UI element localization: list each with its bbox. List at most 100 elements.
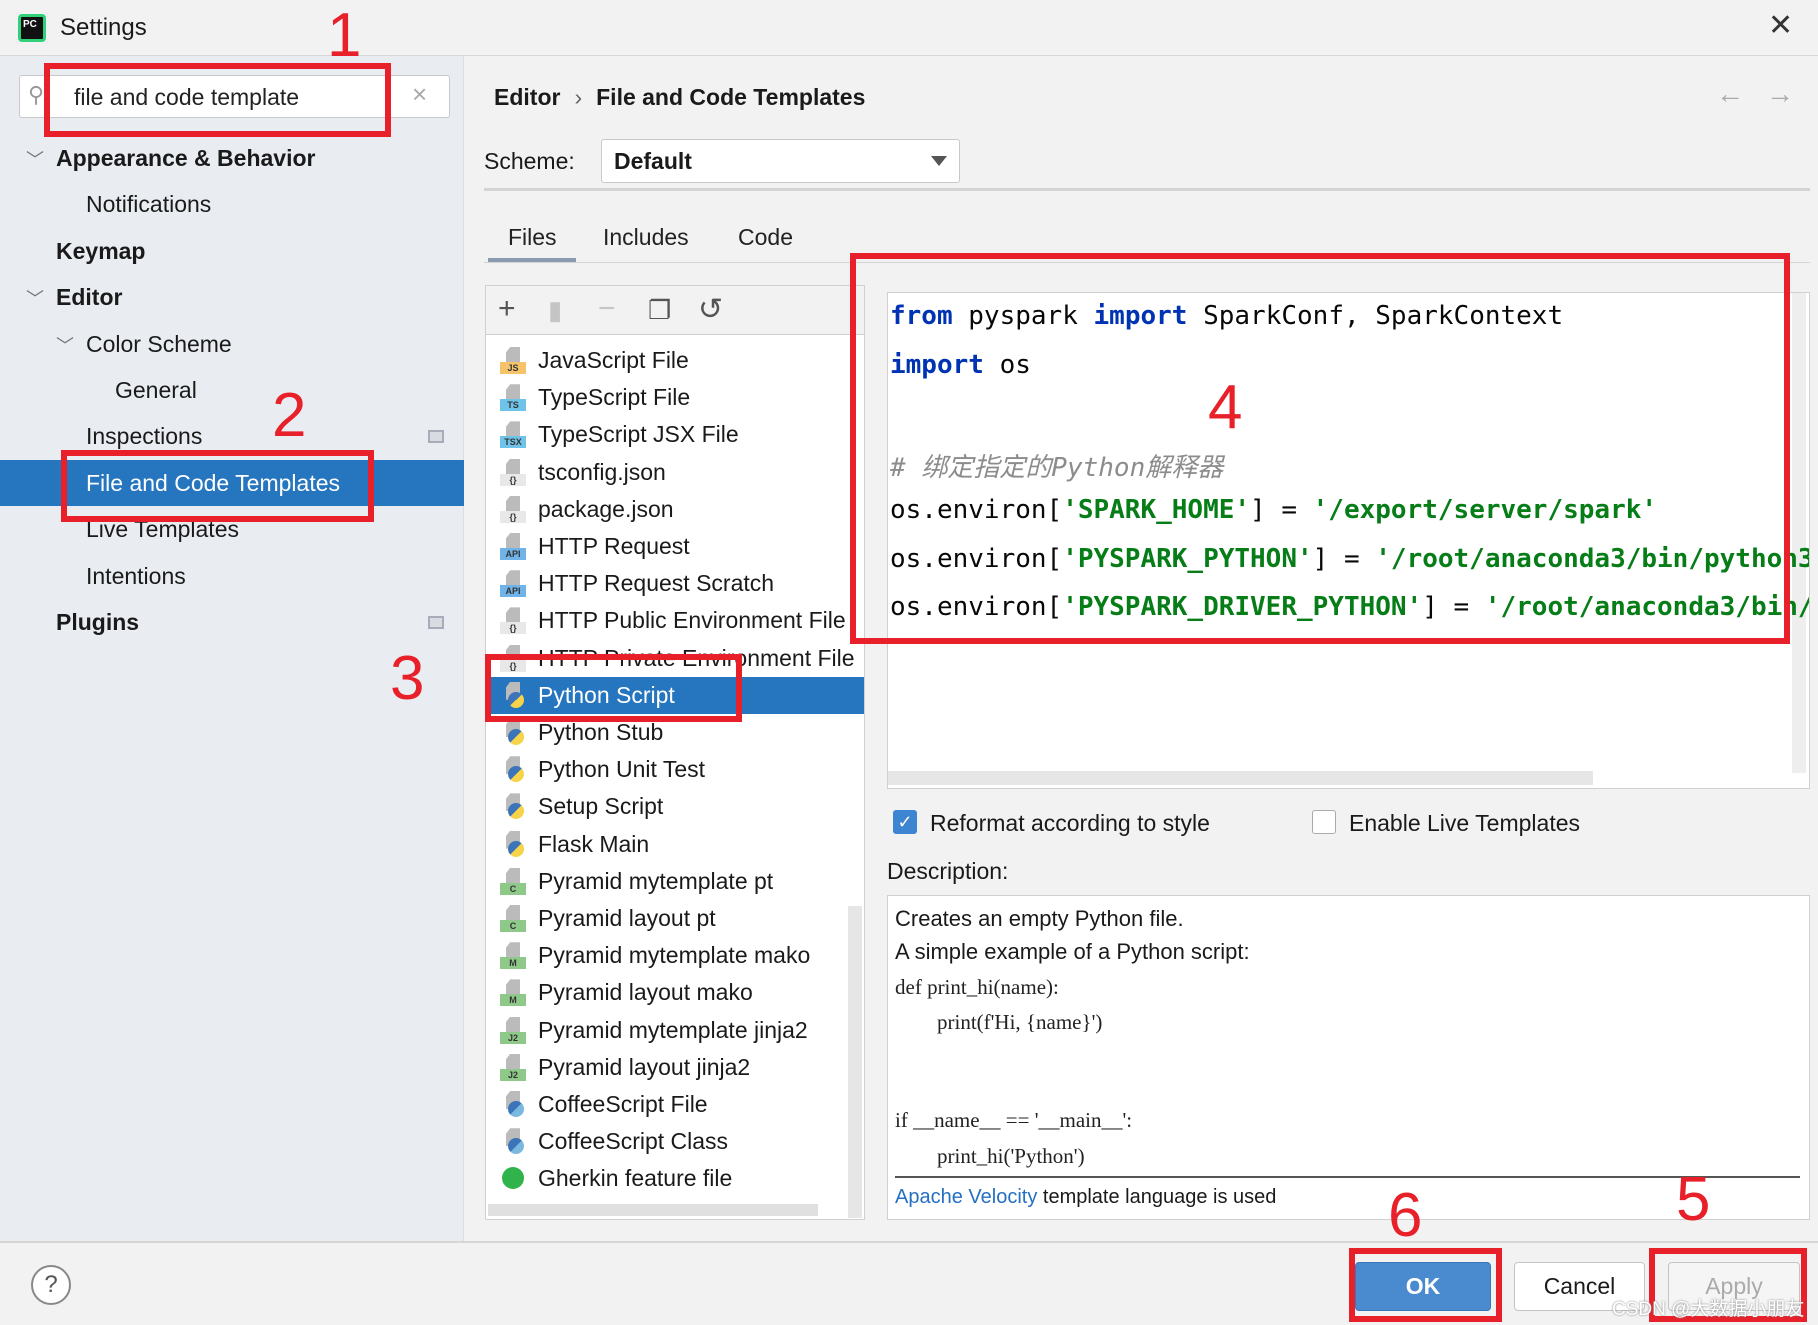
json-file-icon: {}	[500, 607, 526, 635]
copy-icon[interactable]: ❐	[648, 295, 671, 326]
remove-icon[interactable]: −	[598, 292, 616, 326]
template-list-item[interactable]: CoffeeScript File	[486, 1086, 864, 1123]
add-icon[interactable]: +	[498, 292, 516, 326]
template-list-item[interactable]: JS JavaScript File	[486, 342, 864, 379]
template-list-item[interactable]: C Pyramid layout pt	[486, 900, 864, 937]
template-list-item[interactable]: M Pyramid mytemplate mako	[486, 937, 864, 974]
code-token: from	[890, 301, 953, 331]
code-token: os.environ[	[890, 495, 1063, 525]
template-code-editor[interactable]: from pyspark import SparkConf, SparkCont…	[887, 292, 1810, 789]
tab-code[interactable]: Code	[738, 224, 793, 251]
code-line: # 绑定指定的Python解释器	[890, 447, 1223, 484]
ok-button[interactable]: OK	[1355, 1262, 1491, 1311]
template-list-item[interactable]: Flask Main	[486, 826, 864, 863]
code-line: os.environ['PYSPARK_DRIVER_PYTHON'] = '/…	[890, 592, 1809, 622]
sidebar-item-editor[interactable]: ﹀ Editor	[0, 274, 464, 320]
enable-live-templates-label: Enable Live Templates	[1349, 810, 1580, 836]
sidebar-item-label: Inspections	[86, 423, 203, 450]
description-code-line: print_hi('Python')	[895, 1144, 1085, 1168]
template-list-item[interactable]: TSX TypeScript JSX File	[486, 416, 864, 453]
template-list-item-label: Python Unit Test	[538, 756, 706, 783]
file-type-icon	[500, 1091, 526, 1118]
list-vertical-scrollbar[interactable]	[848, 906, 862, 1218]
enable-live-templates-checkbox[interactable]	[1312, 810, 1336, 834]
file-type-icon: API	[500, 570, 526, 598]
editor-vertical-scrollbar[interactable]	[1792, 293, 1806, 773]
close-icon[interactable]: ✕	[1768, 8, 1793, 43]
divider	[895, 1176, 1800, 1178]
code-token: ] =	[1312, 543, 1376, 574]
template-list-item[interactable]: API HTTP Request	[486, 528, 864, 565]
template-list-item[interactable]: J2 Pyramid mytemplate jinja2	[486, 1012, 864, 1049]
sidebar-item-file-and-code-templates[interactable]: File and Code Templates	[0, 459, 464, 506]
sidebar-item-plugins[interactable]: Plugins	[0, 599, 464, 645]
search-input[interactable]	[74, 80, 404, 114]
template-list-item[interactable]: Python Script	[486, 676, 864, 714]
breadcrumb-parent[interactable]: Editor	[494, 84, 560, 110]
template-list-item-label: Pyramid mytemplate mako	[538, 942, 811, 969]
settings-search[interactable]: ⚲ ×	[19, 75, 450, 118]
sidebar-item-general[interactable]: General	[0, 367, 464, 413]
template-list-item[interactable]: J2 Pyramid layout jinja2	[486, 1049, 864, 1086]
sidebar-item-label: Live Templates	[86, 516, 239, 543]
template-list-item[interactable]: CoffeeScript Class	[486, 1123, 864, 1160]
template-list-item[interactable]: Setup Script	[486, 788, 864, 825]
reformat-checkbox[interactable]: ✓	[893, 810, 917, 834]
template-list-item-label: Pyramid layout mako	[538, 979, 753, 1006]
chevron-down-icon[interactable]: ﹀	[26, 137, 44, 183]
template-list-item[interactable]: {} HTTP Public Environment File	[486, 602, 864, 639]
scheme-dropdown[interactable]: Default	[601, 139, 960, 183]
sidebar-item-keymap[interactable]: Keymap	[0, 228, 464, 274]
file-type-icon: C	[500, 905, 526, 932]
sidebar-item-appearance-behavior[interactable]: ﹀ Appearance & Behavior	[0, 135, 464, 181]
python-file-icon	[500, 830, 526, 858]
template-list-item[interactable]: C Pyramid mytemplate pt	[486, 863, 864, 900]
template-list-item[interactable]: M Pyramid layout mako	[486, 974, 864, 1011]
template-list-item[interactable]: {} tsconfig.json	[486, 454, 864, 491]
json-file-icon: {}	[500, 458, 526, 486]
template-list-item[interactable]: API HTTP Request Scratch	[486, 565, 864, 602]
template-list-item[interactable]: TS TypeScript File	[486, 379, 864, 416]
template-list-item[interactable]: Gherkin feature file	[486, 1160, 864, 1197]
clear-icon[interactable]: ×	[412, 79, 427, 110]
python-file-icon	[500, 681, 526, 709]
sidebar-item-label: Intentions	[86, 562, 186, 589]
template-list-item[interactable]: {} package.json	[486, 491, 864, 528]
forward-arrow-icon[interactable]: →	[1766, 78, 1794, 110]
sidebar-item-intentions[interactable]: Intentions	[0, 553, 464, 599]
file-type-icon: M	[500, 979, 526, 1007]
tab-includes[interactable]: Includes	[603, 224, 689, 251]
project-settings-icon	[428, 430, 444, 444]
template-list-item[interactable]: {} HTTP Private Environment File	[486, 640, 864, 677]
help-button[interactable]: ?	[31, 1265, 71, 1305]
template-list-item-label: HTTP Request Scratch	[538, 570, 775, 597]
back-arrow-icon[interactable]: ←	[1716, 78, 1744, 110]
code-token: import	[890, 349, 984, 380]
chevron-down-icon[interactable]: ﹀	[26, 276, 44, 322]
template-list-item-label: JavaScript File	[538, 347, 689, 373]
template-list-item-label: HTTP Request	[538, 533, 690, 559]
sidebar-item-color-scheme[interactable]: ﹀ Color Scheme	[0, 321, 464, 367]
chevron-down-icon[interactable]: ﹀	[56, 323, 74, 369]
reset-icon[interactable]: ↺	[698, 292, 723, 327]
sidebar-item-inspections[interactable]: Inspections	[0, 413, 464, 459]
code-token: '/export/server/spark'	[1312, 495, 1658, 525]
project-settings-icon	[428, 616, 444, 629]
description-code-line: if __name__ == '__main__':	[895, 1108, 1133, 1132]
template-list-item[interactable]: Python Unit Test	[486, 751, 864, 788]
reformat-label: Reformat according to style	[930, 810, 1210, 836]
breadcrumb-separator: ›	[574, 84, 583, 110]
editor-horizontal-scrollbar[interactable]	[888, 771, 1593, 785]
apache-velocity-link[interactable]: Apache Velocity	[895, 1186, 1037, 1208]
scheme-label: Scheme:	[484, 148, 575, 174]
add-child-icon[interactable]: ▮	[548, 295, 562, 326]
file-type-icon: JS	[500, 347, 526, 374]
tab-files[interactable]: Files	[508, 224, 557, 251]
sidebar-item-notifications[interactable]: Notifications	[0, 181, 464, 227]
file-type-icon: API	[500, 533, 526, 560]
list-horizontal-scrollbar[interactable]	[488, 1204, 818, 1216]
code-token: os.environ[	[890, 543, 1063, 574]
template-list-item-label: TypeScript JSX File	[538, 421, 739, 448]
sidebar-item-live-templates[interactable]: Live Templates	[0, 506, 464, 552]
template-list-item[interactable]: Python Stub	[486, 714, 864, 751]
